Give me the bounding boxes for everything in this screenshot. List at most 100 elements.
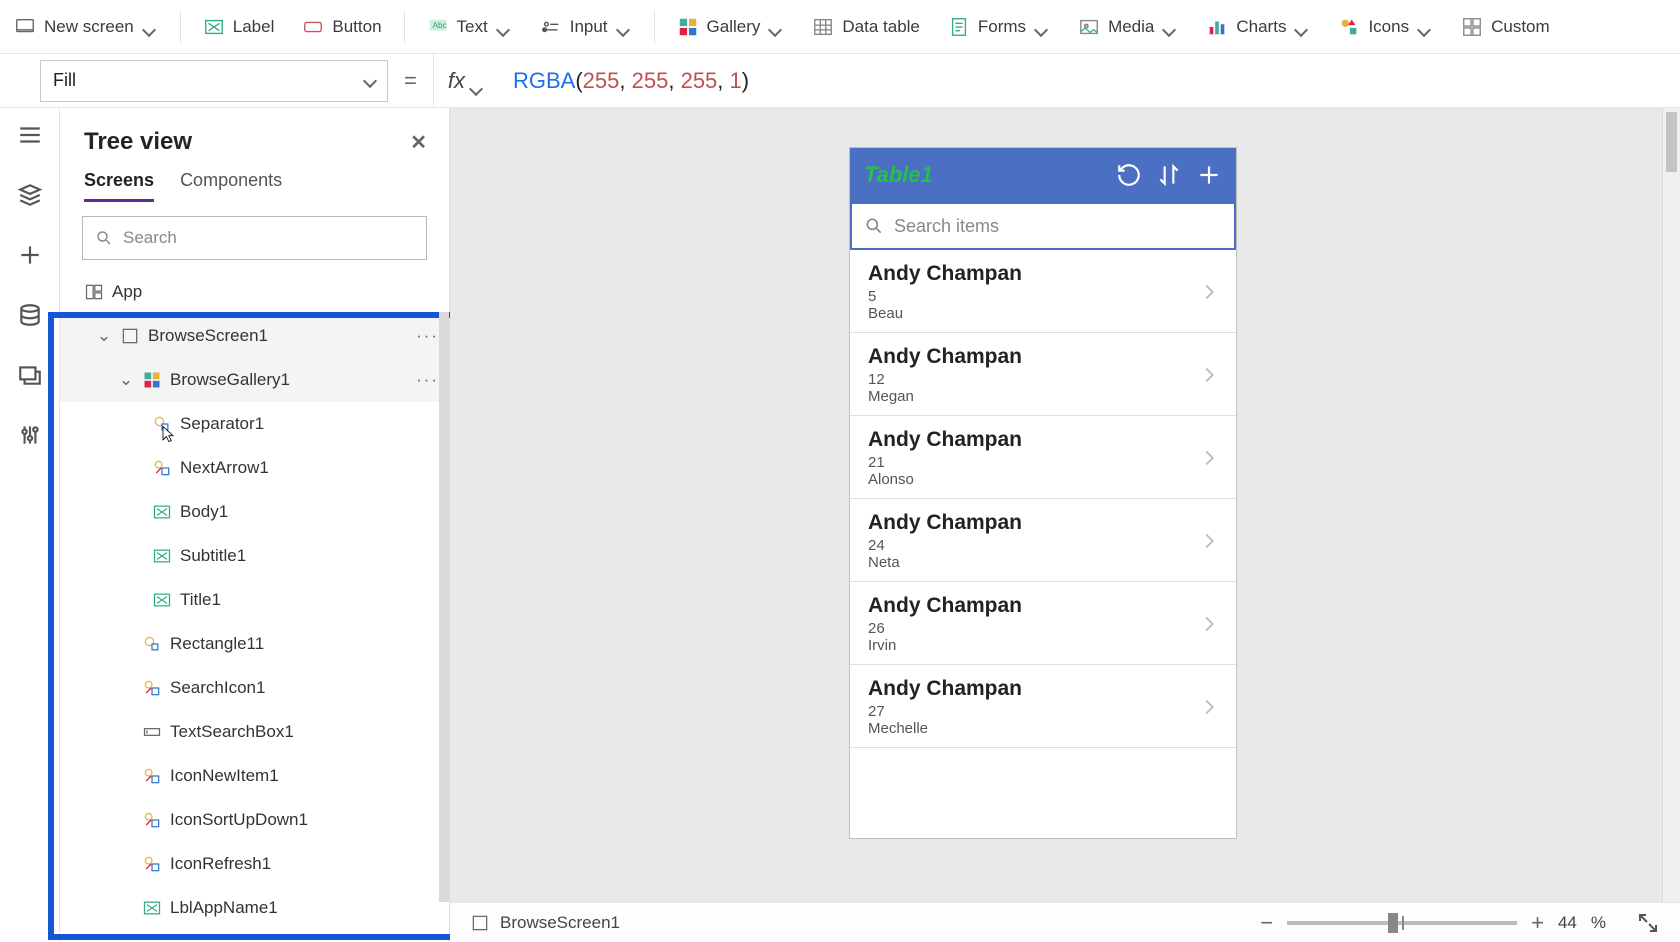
selected-control[interactable]: BrowseScreen1 — [470, 913, 620, 933]
zoom-out-button[interactable]: − — [1260, 910, 1273, 936]
canvas-scrollbar[interactable] — [1662, 108, 1680, 902]
tree-item-app[interactable]: App — [60, 270, 449, 314]
tree-item-lblappname[interactable]: LblAppName1 — [60, 886, 449, 930]
screen-icon — [470, 913, 490, 933]
tree-item-separator[interactable]: Separator1 — [60, 402, 449, 446]
preview-header: Table1 — [850, 148, 1236, 202]
insert-icon[interactable] — [17, 242, 43, 268]
chevron-down-icon — [1296, 20, 1310, 34]
close-icon[interactable]: ✕ — [410, 130, 427, 155]
icon-control-icon — [142, 854, 162, 874]
text-button[interactable]: Abc Text — [427, 16, 512, 38]
gallery-item[interactable]: Andy Champan27Mechelle — [850, 665, 1236, 748]
charts-button[interactable]: Charts — [1206, 16, 1310, 38]
tree-label: IconRefresh1 — [170, 854, 271, 874]
label-icon — [152, 502, 172, 522]
formula-bar: Fill = fx RGBA(255, 255, 255, 1) — [0, 54, 1680, 108]
tree-item-iconrefresh[interactable]: IconRefresh1 — [60, 842, 449, 886]
charts-label: Charts — [1236, 17, 1286, 37]
gallery-item-subtitle: 21 — [868, 454, 1022, 471]
new-screen-button[interactable]: New screen — [14, 16, 158, 38]
refresh-icon[interactable] — [1116, 162, 1142, 188]
screen-icon — [14, 16, 36, 38]
equals-sign: = — [388, 68, 433, 94]
gallery-item[interactable]: Andy Champan5Beau — [850, 250, 1236, 333]
gallery-item[interactable]: Andy Champan26Irvin — [850, 582, 1236, 665]
zoom-value: 44 — [1558, 913, 1577, 933]
zoom-knob[interactable] — [1388, 913, 1398, 933]
gallery-item-subtitle: 27 — [868, 703, 1022, 720]
status-bar: BrowseScreen1 − + 44 % — [450, 902, 1680, 942]
icons-button[interactable]: Icons — [1338, 16, 1433, 38]
fx-button[interactable]: fx — [433, 54, 499, 107]
media-rail-icon[interactable] — [17, 362, 43, 388]
tree-item-body[interactable]: Body1 — [60, 490, 449, 534]
tree-view-title: Tree view — [84, 128, 192, 156]
tree-item-iconsort[interactable]: IconSortUpDown1 — [60, 798, 449, 842]
tree-label: Subtitle1 — [180, 546, 246, 566]
tree-label: NextArrow1 — [180, 458, 269, 478]
shape-icon — [152, 414, 172, 434]
textinput-icon — [142, 722, 162, 742]
zoom-slider[interactable] — [1287, 921, 1517, 925]
tree-item-browsegallery[interactable]: ⌄ BrowseGallery1 ··· — [60, 358, 449, 402]
icon-control-icon — [142, 678, 162, 698]
tree-search-input[interactable]: Search — [82, 216, 427, 260]
app-title-label: Table1 — [864, 162, 1102, 188]
canvas-area[interactable]: Table1 Search items Andy Champan5BeauAnd… — [450, 108, 1680, 902]
preview-search-placeholder: Search items — [894, 216, 999, 237]
data-icon[interactable] — [17, 302, 43, 328]
tree-item-rectangle[interactable]: Rectangle11 — [60, 622, 449, 666]
formula-input[interactable]: RGBA(255, 255, 255, 1) — [499, 54, 1680, 107]
tab-components[interactable]: Components — [180, 170, 282, 202]
media-button[interactable]: Media — [1078, 16, 1178, 38]
chevron-down-icon — [144, 20, 158, 34]
tree-item-nextarrow[interactable]: NextArrow1 — [60, 446, 449, 490]
button-button[interactable]: Button — [302, 16, 381, 38]
tab-screens[interactable]: Screens — [84, 170, 154, 202]
svg-text:Abc: Abc — [432, 20, 446, 29]
tree-label: SearchIcon1 — [170, 678, 265, 698]
add-icon[interactable] — [1196, 162, 1222, 188]
chevron-down-icon[interactable]: ⌄ — [96, 326, 112, 346]
charts-icon — [1206, 16, 1228, 38]
forms-button[interactable]: Forms — [948, 16, 1050, 38]
custom-label: Custom — [1491, 17, 1550, 37]
tree-item-browsescreen[interactable]: ⌄ BrowseScreen1 ··· — [60, 314, 449, 358]
tree-item-iconnewitem[interactable]: IconNewItem1 — [60, 754, 449, 798]
app-preview[interactable]: Table1 Search items Andy Champan5BeauAnd… — [850, 148, 1236, 838]
tree-item-searchicon[interactable]: SearchIcon1 — [60, 666, 449, 710]
preview-search-input[interactable]: Search items — [850, 202, 1236, 250]
more-icon[interactable]: ··· — [416, 370, 439, 390]
shape-icon — [142, 634, 162, 654]
gallery-item-subtitle: 5 — [868, 288, 1022, 305]
scrollbar-thumb[interactable] — [1666, 112, 1677, 172]
gallery-button[interactable]: Gallery — [677, 16, 785, 38]
tree-item-subtitle[interactable]: Subtitle1 — [60, 534, 449, 578]
label-button[interactable]: Label — [203, 16, 275, 38]
expand-icon[interactable] — [1636, 911, 1660, 935]
tree-item-title[interactable]: Title1 — [60, 578, 449, 622]
gallery-item[interactable]: Andy Champan24Neta — [850, 499, 1236, 582]
gallery-item-body: Megan — [868, 388, 1022, 405]
custom-button[interactable]: Custom — [1461, 16, 1550, 38]
app-icon — [84, 282, 104, 302]
input-button[interactable]: Input — [540, 16, 632, 38]
sort-icon[interactable] — [1156, 162, 1182, 188]
tree-item-textsearchbox[interactable]: TextSearchBox1 — [60, 710, 449, 754]
more-icon[interactable]: ··· — [416, 326, 439, 346]
hamburger-icon[interactable] — [17, 122, 43, 148]
chevron-right-icon — [1198, 530, 1220, 552]
zoom-in-button[interactable]: + — [1531, 910, 1544, 936]
tree-label: IconNewItem1 — [170, 766, 279, 786]
tools-icon[interactable] — [17, 422, 43, 448]
chevron-down-icon — [618, 20, 632, 34]
tree-view-icon[interactable] — [17, 182, 43, 208]
data-table-button[interactable]: Data table — [812, 16, 920, 38]
gallery-item[interactable]: Andy Champan12Megan — [850, 333, 1236, 416]
gallery-item[interactable]: Andy Champan21Alonso — [850, 416, 1236, 499]
tree-scrollbar[interactable] — [439, 312, 449, 902]
chevron-right-icon — [1198, 696, 1220, 718]
property-selector[interactable]: Fill — [40, 60, 388, 102]
chevron-down-icon[interactable]: ⌄ — [118, 370, 134, 390]
